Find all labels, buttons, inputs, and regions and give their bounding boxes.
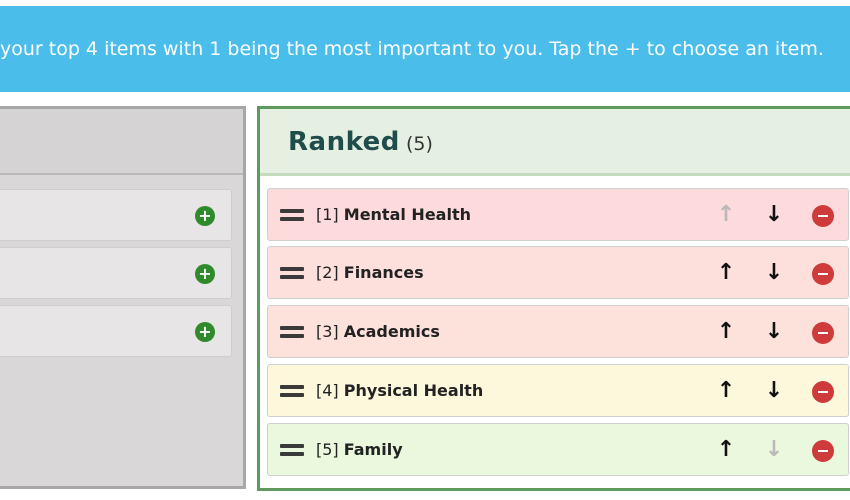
instruction-text: your top 4 items with 1 being the most i…	[0, 38, 824, 60]
move-down-icon[interactable]: ↓	[761, 318, 787, 346]
ranked-item-name: Finances	[343, 263, 424, 282]
drag-handle-icon[interactable]	[280, 385, 304, 397]
ranked-panel: Ranked (5) [1] Mental Health ↑ ↓ [2] Fin…	[257, 106, 850, 491]
rank-number: [1]	[316, 205, 339, 224]
available-item: +	[0, 247, 232, 299]
ranked-item: [3] Academics ↑ ↓	[267, 305, 849, 358]
available-items-header	[0, 109, 243, 175]
add-item-button[interactable]: +	[195, 264, 215, 284]
ranked-item-name: Academics	[343, 322, 440, 341]
ranked-item-name: Physical Health	[343, 381, 484, 400]
rank-number: [4]	[316, 381, 339, 400]
drag-handle-icon[interactable]	[280, 326, 304, 338]
add-item-button[interactable]: +	[195, 322, 215, 342]
ranked-count: (5)	[406, 133, 433, 155]
remove-item-icon[interactable]	[812, 205, 834, 227]
ranked-item: [2] Finances ↑ ↓	[267, 246, 849, 299]
remove-item-icon[interactable]	[812, 381, 834, 403]
ranked-item-label: [4] Physical Health	[316, 381, 483, 400]
ranked-title: Ranked	[288, 127, 400, 157]
drag-handle-icon[interactable]	[280, 444, 304, 456]
move-down-icon: ↓	[764, 437, 784, 462]
available-items-panel: + + +	[0, 106, 246, 489]
move-up-icon[interactable]: ↑	[713, 436, 739, 464]
move-up-icon[interactable]: ↑	[713, 318, 739, 346]
ranked-item: [5] Family ↑ ↓	[267, 423, 849, 476]
move-up-icon: ↑	[716, 202, 736, 227]
ranked-item: [1] Mental Health ↑ ↓	[267, 188, 849, 241]
move-down-icon[interactable]: ↓	[761, 259, 787, 287]
ranked-item-label: [3] Academics	[316, 322, 440, 341]
ranked-header: Ranked (5)	[260, 109, 850, 176]
remove-item-icon[interactable]	[812, 263, 834, 285]
move-up-icon[interactable]: ↑	[713, 259, 739, 287]
remove-item-icon[interactable]	[812, 322, 834, 344]
drag-handle-icon[interactable]	[280, 209, 304, 221]
available-item: +	[0, 189, 232, 241]
rank-number: [5]	[316, 440, 339, 459]
ranked-item-name: Family	[343, 440, 403, 459]
move-up-icon[interactable]: ↑	[713, 377, 739, 405]
move-down-icon[interactable]: ↓	[761, 201, 787, 229]
add-item-button[interactable]: +	[195, 206, 215, 226]
remove-item-icon[interactable]	[812, 440, 834, 462]
drag-handle-icon[interactable]	[280, 267, 304, 279]
available-item: +	[0, 305, 232, 357]
ranked-item-label: [5] Family	[316, 440, 403, 459]
rank-number: [3]	[316, 322, 339, 341]
move-down-icon[interactable]: ↓	[761, 377, 787, 405]
ranked-item-label: [2] Finances	[316, 263, 424, 282]
ranked-item-label: [1] Mental Health	[316, 205, 471, 224]
rank-number: [2]	[316, 263, 339, 282]
ranked-item-name: Mental Health	[343, 205, 471, 224]
ranked-item: [4] Physical Health ↑ ↓	[267, 364, 849, 417]
instruction-banner: your top 4 items with 1 being the most i…	[0, 6, 850, 92]
